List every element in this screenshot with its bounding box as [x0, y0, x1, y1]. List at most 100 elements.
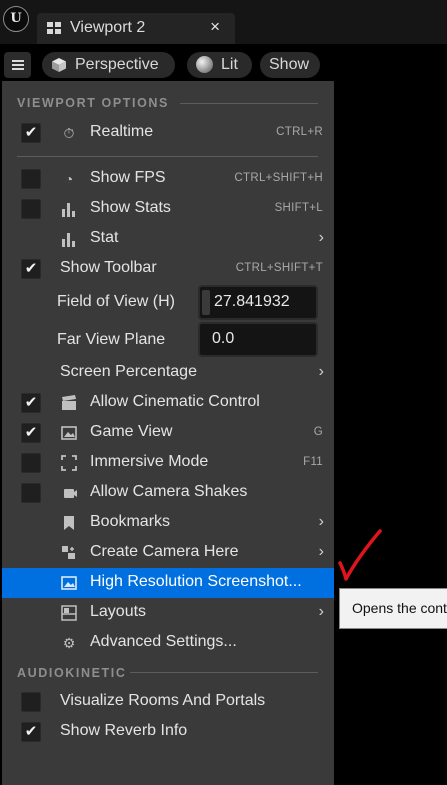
menu-item-visualize-rooms-and-portals[interactable]: Visualize Rooms And Portals: [2, 687, 334, 717]
menu-item-realtime[interactable]: ✔ ⏱ Realtime CTRL+R: [2, 118, 334, 148]
menu-item-high-resolution-screenshot[interactable]: High Resolution Screenshot...: [2, 568, 334, 598]
menu-item-label: Show Stats: [90, 199, 171, 216]
tooltip-text: Opens the cont: [352, 600, 447, 616]
tab-title: Viewport 2: [70, 19, 146, 36]
tab-viewport-2[interactable]: Viewport 2 ×: [37, 13, 235, 44]
drag-handle[interactable]: [202, 290, 210, 315]
section-divider: [180, 103, 318, 104]
menu-item-far-view-plane: Far View Plane 0.0: [2, 322, 334, 360]
viewport-menu-button[interactable]: [4, 52, 31, 78]
show-button[interactable]: Show: [260, 52, 320, 78]
menu-item-immersive-mode[interactable]: Immersive Mode F11: [2, 448, 334, 478]
cube-icon: [52, 58, 66, 72]
shortcut-text: G: [313, 426, 323, 438]
fullscreen-icon: [61, 455, 77, 471]
menu-item-label: Show Reverb Info: [60, 722, 188, 739]
screenshot-icon: [61, 576, 77, 590]
menu-item-label: Realtime: [90, 123, 154, 140]
title-bar: U Viewport 2 ×: [0, 0, 447, 44]
section-header-viewport-options: VIEWPORT OPTIONS: [17, 96, 169, 110]
annotation-checkmark-icon: [338, 529, 382, 581]
menu-item-label: Show FPS: [90, 169, 166, 186]
allow-camera-shakes-checkbox[interactable]: [21, 483, 41, 503]
bar-chart-icon: [62, 233, 75, 247]
lit-label: Lit: [221, 56, 238, 73]
menu-item-label: Game View: [90, 423, 173, 440]
field-of-view-value: 27.841932: [214, 293, 290, 310]
far-view-plane-label: Far View Plane: [57, 331, 166, 348]
submenu-arrow-icon: ›: [318, 229, 324, 246]
menu-item-label: Allow Cinematic Control: [90, 393, 260, 410]
game-view-checkbox[interactable]: ✔: [21, 423, 41, 443]
menu-item-label: Visualize Rooms And Portals: [60, 692, 266, 709]
menu-item-bookmarks[interactable]: Bookmarks ›: [2, 508, 334, 538]
field-of-view-label: Field of View (H): [57, 293, 175, 310]
show-toolbar-checkbox[interactable]: ✔: [21, 259, 41, 279]
menu-item-create-camera-here[interactable]: Create Camera Here ›: [2, 538, 334, 568]
menu-item-advanced-settings[interactable]: ⚙ Advanced Settings...: [2, 628, 334, 658]
submenu-arrow-icon: ›: [318, 363, 324, 380]
visualize-rooms-checkbox[interactable]: [21, 692, 41, 712]
far-view-plane-value: 0.0: [212, 330, 235, 347]
stopwatch-icon: ⏱: [63, 125, 75, 141]
menu-item-label: Create Camera Here: [90, 543, 239, 560]
realtime-checkbox[interactable]: ✔: [21, 123, 41, 143]
bar-chart-icon: [62, 203, 75, 217]
menu-item-field-of-view: Field of View (H) 27.841932: [2, 284, 334, 322]
show-reverb-checkbox[interactable]: ✔: [21, 722, 41, 742]
show-stats-checkbox[interactable]: [21, 199, 41, 219]
menu-item-label: Advanced Settings...: [90, 633, 237, 650]
close-icon[interactable]: ×: [210, 17, 220, 37]
divider: [17, 156, 318, 157]
show-fps-checkbox[interactable]: [21, 169, 41, 189]
menu-item-label: Layouts: [90, 603, 147, 620]
menu-item-screen-percentage[interactable]: Screen Percentage ›: [2, 358, 334, 388]
camera-plus-icon: [62, 546, 75, 559]
camera-icon: [64, 489, 77, 498]
lit-sphere-icon: [196, 56, 213, 73]
menu-item-label: Show Toolbar: [60, 259, 157, 276]
menu-item-label: Stat: [90, 229, 119, 246]
menu-item-allow-camera-shakes[interactable]: Allow Camera Shakes: [2, 478, 334, 508]
shortcut-text: CTRL+SHIFT+T: [235, 262, 323, 274]
viewport-layout-icon: [47, 22, 61, 34]
menu-item-show-toolbar[interactable]: ✔ Show Toolbar CTRL+SHIFT+T: [2, 254, 334, 284]
allow-cinematic-checkbox[interactable]: ✔: [21, 393, 41, 413]
menu-item-label: Allow Camera Shakes: [90, 483, 248, 500]
shortcut-text: CTRL+SHIFT+H: [234, 172, 323, 184]
clapperboard-icon: [62, 395, 76, 410]
submenu-arrow-icon: ›: [318, 513, 324, 530]
shortcut-text: F11: [303, 456, 323, 468]
perspective-label: Perspective: [75, 56, 159, 73]
unreal-logo-icon: U: [3, 6, 29, 32]
menu-item-game-view[interactable]: ✔ Game View G: [2, 418, 334, 448]
menu-item-label: Immersive Mode: [90, 453, 209, 470]
menu-item-label: High Resolution Screenshot...: [90, 573, 302, 590]
menu-item-show-fps[interactable]: ◔ Show FPS CTRL+SHIFT+H: [2, 164, 334, 194]
menu-item-allow-cinematic-control[interactable]: ✔ Allow Cinematic Control: [2, 388, 334, 418]
lit-button[interactable]: Lit: [187, 52, 252, 78]
viewport-toolbar: Perspective Lit Show: [0, 44, 447, 84]
image-icon: [61, 426, 77, 440]
immersive-mode-checkbox[interactable]: [21, 453, 41, 473]
bookmark-icon: [64, 516, 74, 530]
menu-item-stat[interactable]: Stat ›: [2, 224, 334, 254]
submenu-arrow-icon: ›: [318, 543, 324, 560]
menu-item-show-stats[interactable]: Show Stats SHIFT+L: [2, 194, 334, 224]
section-divider: [130, 672, 318, 673]
section-header-audiokinetic: AUDIOKINETIC: [17, 666, 127, 680]
menu-item-label: Bookmarks: [90, 513, 171, 530]
shortcut-text: CTRL+R: [276, 126, 323, 138]
viewport-options-menu: VIEWPORT OPTIONS ✔ ⏱ Realtime CTRL+R ◔ S…: [2, 81, 334, 785]
submenu-arrow-icon: ›: [318, 603, 324, 620]
tooltip: Opens the cont: [339, 588, 447, 629]
menu-item-layouts[interactable]: Layouts ›: [2, 598, 334, 628]
gear-icon: ⚙: [62, 635, 76, 651]
far-view-plane-input[interactable]: 0.0: [198, 322, 318, 357]
field-of-view-input[interactable]: 27.841932: [198, 285, 318, 320]
gauge-icon: ◔: [64, 171, 74, 187]
menu-item-show-reverb-info[interactable]: ✔ Show Reverb Info: [2, 717, 334, 747]
perspective-button[interactable]: Perspective: [42, 52, 175, 78]
show-label: Show: [269, 56, 310, 73]
menu-item-label: Screen Percentage: [60, 363, 197, 380]
